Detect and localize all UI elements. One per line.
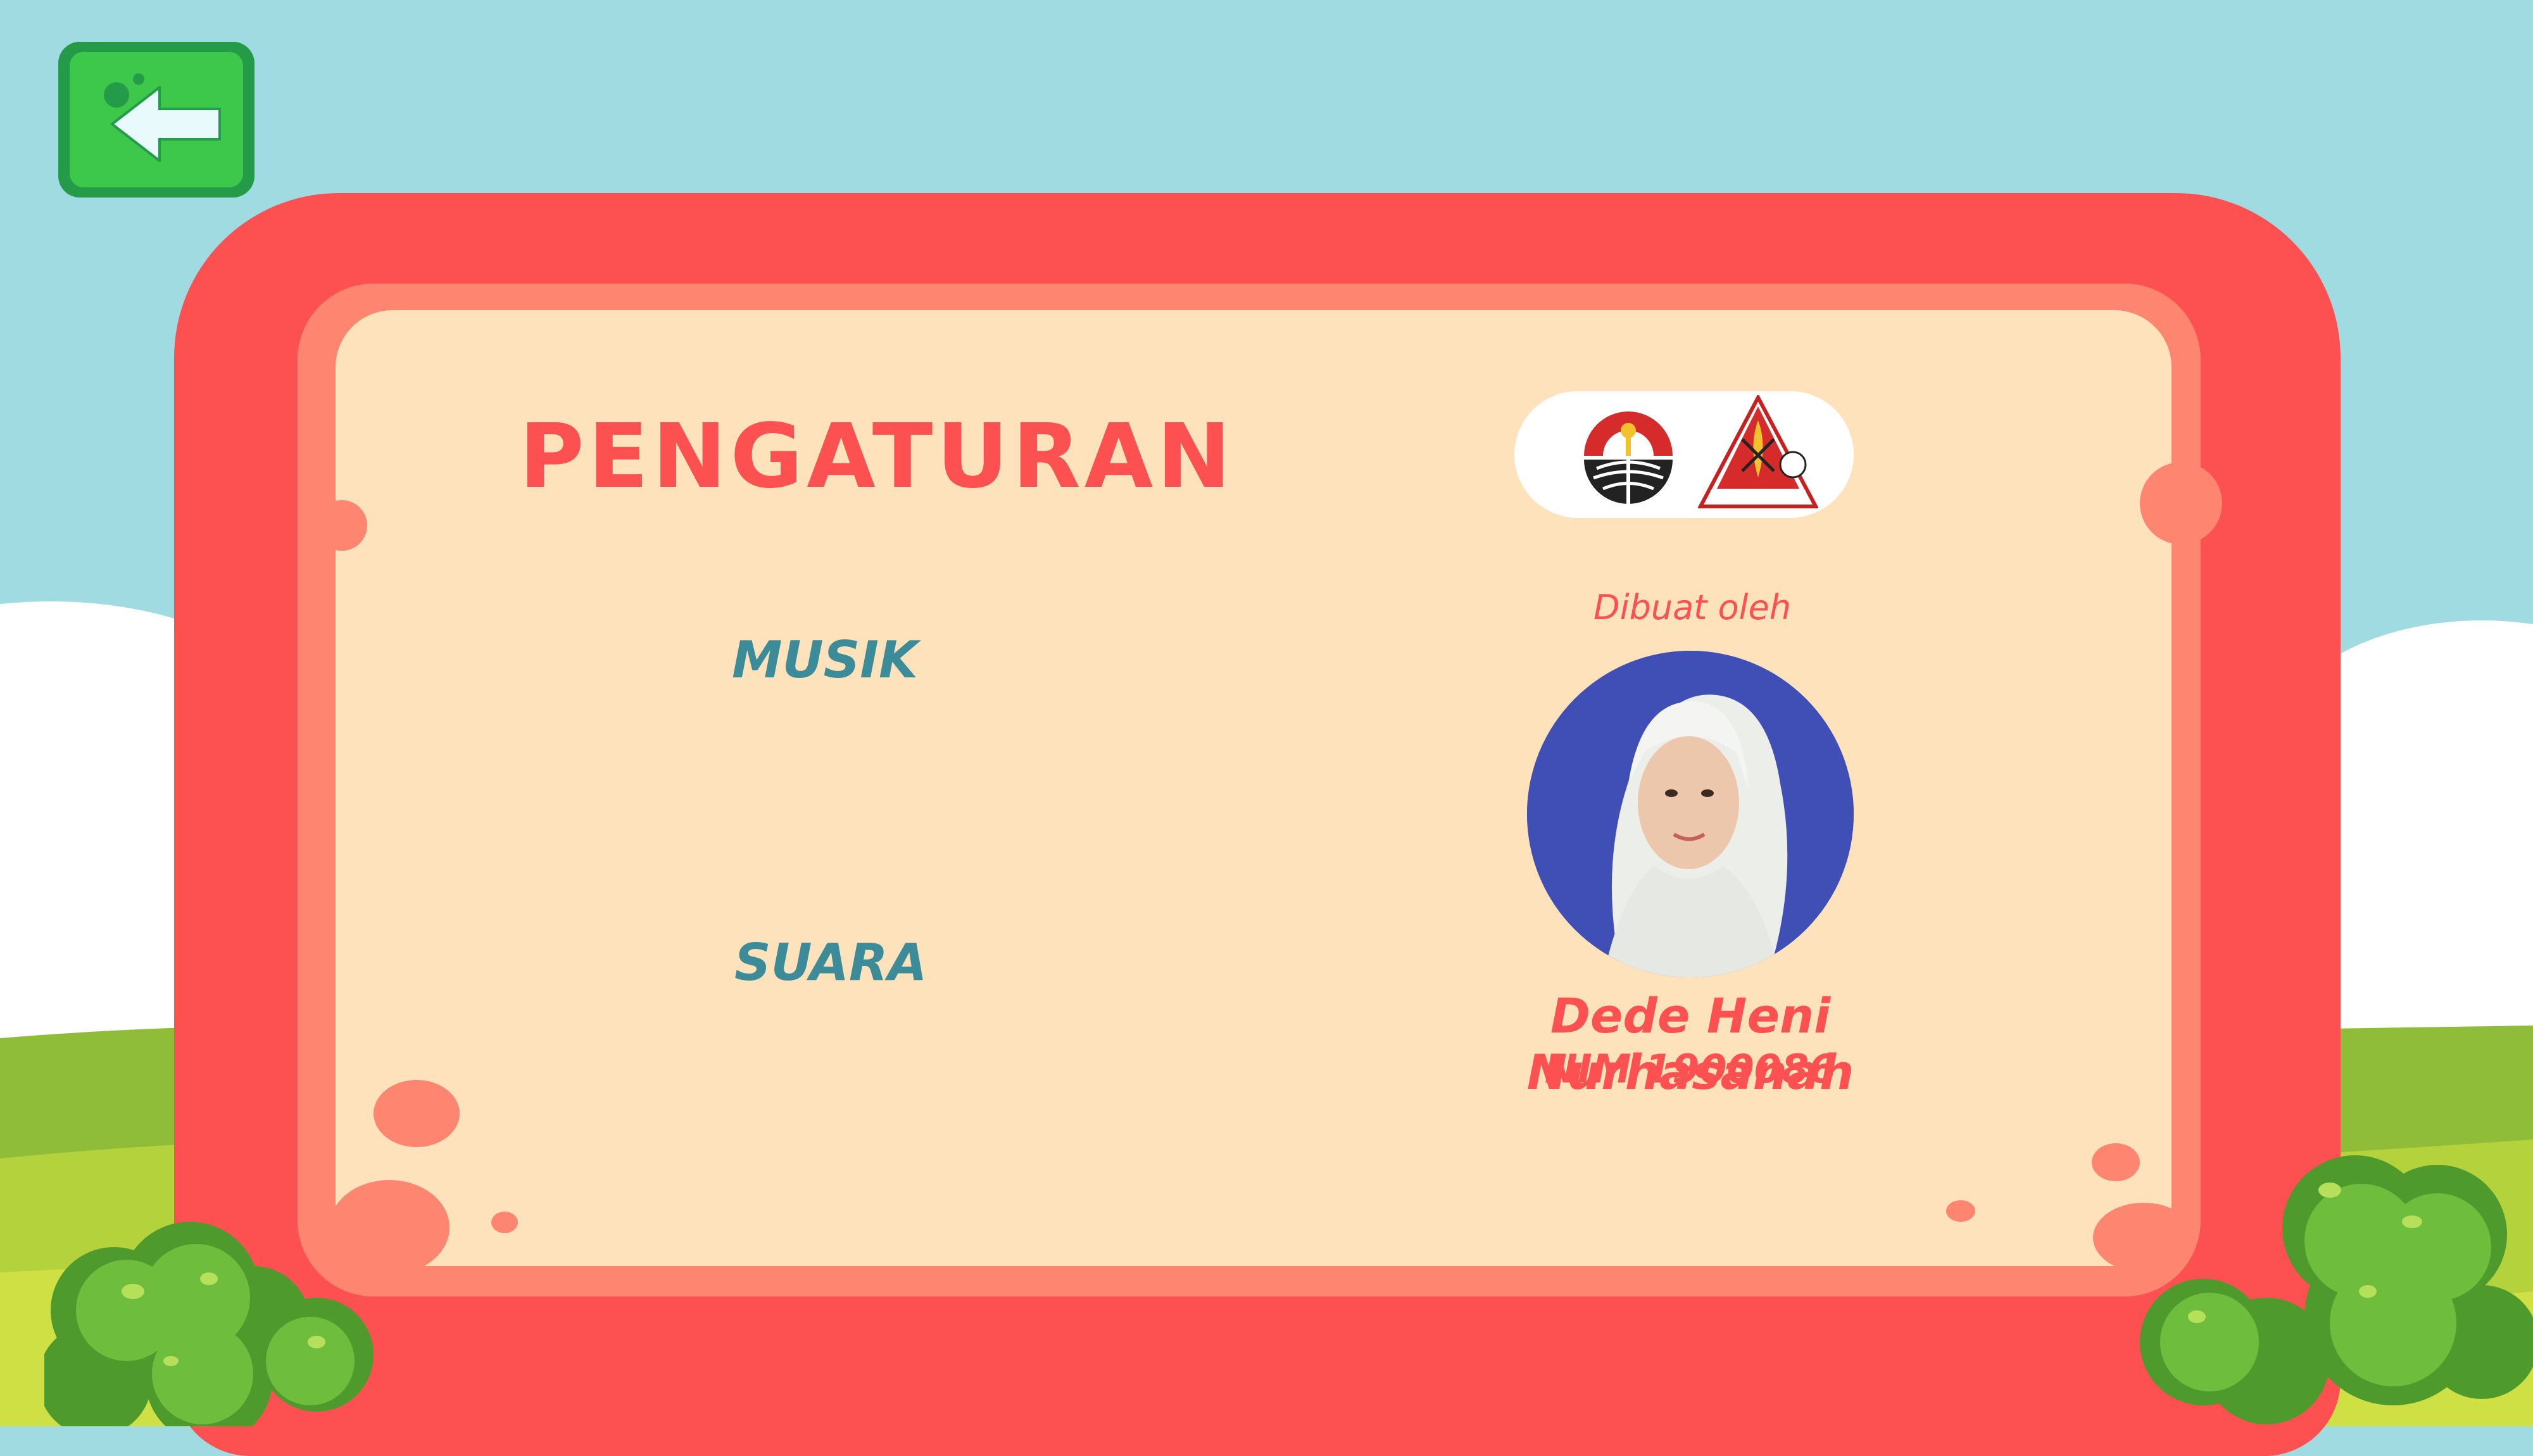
decor-dot	[133, 73, 144, 85]
sound-setting-label: SUARA	[734, 933, 927, 992]
creator-portrait	[1527, 651, 1854, 977]
back-button[interactable]	[58, 42, 255, 198]
creator-photo	[1527, 651, 1854, 977]
music-setting-label: MUSIK	[732, 631, 918, 689]
decor-bubble	[2140, 462, 2222, 544]
decor-bubble	[1946, 1200, 1975, 1222]
creator-nim: NIM 1900086	[1544, 1046, 1837, 1092]
arrow-left-icon	[110, 86, 221, 162]
decor-bubble	[491, 1212, 518, 1233]
university-logo-icon	[1584, 411, 1673, 504]
bush-left	[44, 1222, 374, 1426]
back-button-face	[70, 52, 243, 187]
page-title: PENGATURAN	[519, 405, 1235, 508]
decor-bubble	[374, 1080, 460, 1147]
made-by-label: Dibuat oleh	[1593, 587, 1791, 627]
decor-bubble	[317, 500, 367, 551]
himapro-logo-icon	[1698, 395, 1818, 508]
bush-right	[2140, 1155, 2533, 1424]
logo-pill	[1514, 391, 1854, 518]
